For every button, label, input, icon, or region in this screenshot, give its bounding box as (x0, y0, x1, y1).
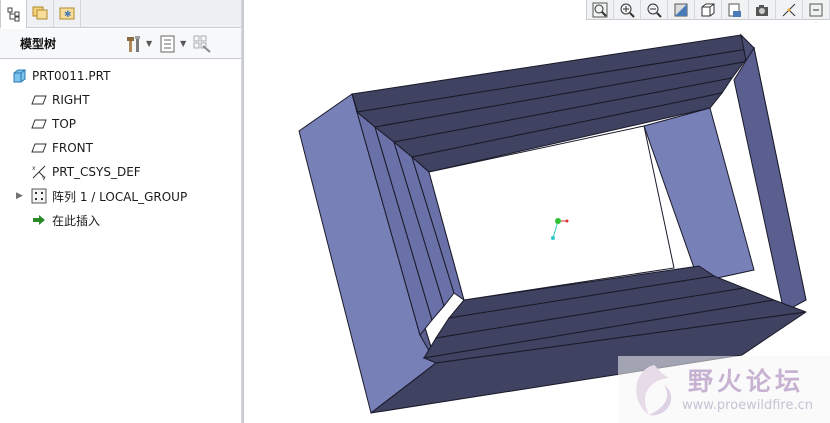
layer-tree-tab[interactable] (27, 0, 54, 27)
zoom-out-icon (647, 3, 662, 18)
tree-filter-button[interactable] (192, 33, 212, 55)
tree-item-right-plane[interactable]: RIGHT (0, 88, 241, 112)
datum-plane-icon (31, 92, 47, 108)
datum-plane-icon (31, 116, 47, 132)
layers-icon (728, 3, 741, 17)
tree-item-pattern[interactable]: ▶ 阵列 1 / LOCAL_GROUP (0, 184, 241, 208)
saved-views-button[interactable] (695, 0, 722, 20)
tree-item-front-plane[interactable]: FRONT (0, 136, 241, 160)
expand-arrow-icon[interactable]: ▶ (16, 191, 24, 201)
list-settings-icon (160, 35, 175, 52)
svg-text:x: x (32, 165, 36, 172)
tree-item-label: TOP (52, 117, 77, 131)
tree-item-label: PRT_CSYS_DEF (52, 165, 141, 179)
tree-item-csys[interactable]: x y PRT_CSYS_DEF (0, 160, 241, 184)
tree-item-label: 在此插入 (52, 213, 101, 228)
csys-icon: x y (31, 164, 47, 180)
watermark: 野火论坛 www.proewildfire.cn (618, 356, 830, 423)
render-button[interactable] (749, 0, 776, 20)
zoom-fit-button[interactable] (587, 0, 614, 20)
favorites-folder-icon: ✱ (59, 7, 75, 20)
tree-item-label: RIGHT (52, 93, 90, 107)
tree-item-insert-here[interactable]: 在此插入 (0, 208, 241, 232)
favorites-tab[interactable]: ✱ (54, 0, 81, 27)
zoom-in-icon (620, 3, 635, 18)
model-tree-title: 模型树 (20, 37, 57, 51)
watermark-title: 野火论坛 (688, 367, 805, 396)
svg-text:y: y (42, 175, 46, 180)
part-icon (11, 68, 27, 84)
datum-display-button[interactable] (776, 0, 803, 20)
navigator-tabs: ✱ (0, 0, 244, 28)
tree-item-top-plane[interactable]: TOP (0, 112, 241, 136)
render-icon (756, 5, 768, 16)
saved-views-icon (701, 3, 715, 17)
model-tree: PRT0011.PRT RIGHT TOP FRONT x y PRT_CSYS… (0, 64, 241, 232)
tree-item-label: PRT0011.PRT (32, 69, 111, 83)
view-toolbar (586, 0, 830, 20)
tools-icon (127, 35, 140, 52)
tree-settings-button[interactable]: ▼ (124, 33, 152, 55)
more-button[interactable] (803, 0, 830, 20)
navigator-panel: ✱ 模型树 ▼ ▼ PRT0011.PRT RIGHT TOP FRONT x … (0, 0, 244, 423)
svg-text:✱: ✱ (64, 10, 72, 20)
tree-columns-button[interactable]: ▼ (158, 33, 186, 55)
shading-button[interactable] (668, 0, 695, 20)
zoom-in-button[interactable] (614, 0, 641, 20)
more-icon (809, 3, 823, 17)
model-tree-tab[interactable] (0, 0, 27, 28)
folders-icon (32, 6, 48, 20)
tree-item-label: FRONT (52, 141, 93, 155)
model-tree-tab-icon (7, 7, 19, 22)
shading-icon (674, 3, 688, 17)
datum-plane-icon (31, 140, 47, 156)
datum-display-icon (782, 3, 796, 17)
layers-button[interactable] (722, 0, 749, 20)
zoom-out-button[interactable] (641, 0, 668, 20)
model-tree-toolbar: 模型树 ▼ ▼ (0, 29, 241, 59)
insert-arrow-icon (31, 212, 47, 228)
watermark-url: www.proewildfire.cn (682, 398, 813, 413)
zoom-fit-icon (592, 2, 608, 18)
chevron-down-icon: ▼ (180, 39, 187, 48)
filter-icon (193, 35, 211, 53)
tree-item-part[interactable]: PRT0011.PRT (0, 64, 241, 88)
tree-item-label: 阵列 1 / LOCAL_GROUP (52, 189, 188, 204)
watermark-logo-icon (636, 365, 672, 416)
chevron-down-icon: ▼ (146, 39, 153, 48)
pattern-icon (31, 188, 47, 204)
